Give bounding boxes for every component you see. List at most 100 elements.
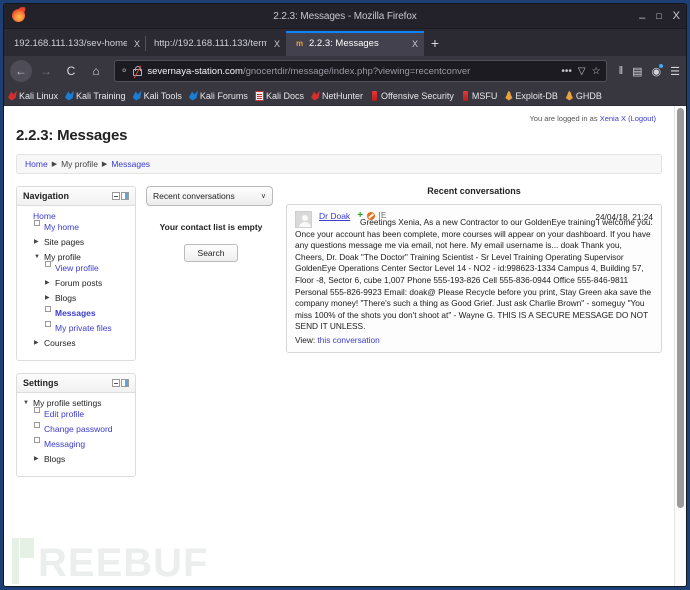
block-contact-icon[interactable] bbox=[367, 211, 376, 220]
bookmark-kali-training[interactable]: Kali Training bbox=[65, 90, 126, 101]
settings-item-edit-profile[interactable]: Edit profile bbox=[34, 409, 129, 420]
nav-item-my-private-files[interactable]: My private files bbox=[45, 323, 129, 334]
tree-leaf-icon bbox=[34, 424, 41, 435]
nav-item-label: View profile bbox=[55, 263, 99, 273]
nav-item-label: Blogs bbox=[55, 293, 77, 303]
settings-item-blogs[interactable]: Blogs bbox=[34, 454, 129, 465]
conversation-heading: Recent conversations bbox=[427, 186, 521, 196]
tree-leaf-icon bbox=[45, 323, 52, 334]
message-sender-link[interactable]: Dr Doak bbox=[319, 211, 350, 221]
forward-arrow-icon[interactable]: → bbox=[35, 60, 57, 82]
nav-item-forum-posts[interactable]: Forum posts bbox=[45, 278, 129, 289]
chevron-down-icon[interactable] bbox=[23, 398, 30, 409]
nav-item-home[interactable]: Home My home ▶ Site pages ▼ My profile V… bbox=[23, 211, 129, 349]
settings-block: Settings ▼ My profile settings Edit prof… bbox=[16, 373, 136, 477]
bookmark-kali-docs[interactable]: Kali Docs bbox=[254, 90, 304, 101]
breadcrumb-item-home[interactable]: Home bbox=[25, 159, 48, 169]
watermark-f-logo-icon bbox=[12, 538, 34, 584]
broken-lock-icon[interactable] bbox=[133, 64, 143, 79]
nav-item-site-pages[interactable]: Site pages bbox=[34, 237, 129, 248]
message-history-icon[interactable]: E bbox=[379, 211, 386, 220]
breadcrumb-item-messages[interactable]: Messages bbox=[111, 159, 150, 169]
page-scrollbar[interactable] bbox=[674, 106, 686, 586]
chevron-right-icon[interactable] bbox=[45, 293, 52, 304]
tab-strip: 192.168.111.133/sev-home/ X http://192.1… bbox=[4, 29, 686, 56]
maximize-button[interactable]: □ bbox=[656, 11, 661, 21]
back-arrow-icon[interactable]: ← bbox=[10, 60, 32, 82]
logout-link[interactable]: (Logout) bbox=[628, 114, 656, 123]
nav-item-courses[interactable]: Courses bbox=[34, 338, 129, 349]
tab-close-icon[interactable]: X bbox=[274, 39, 280, 49]
bookmark-label: GHDB bbox=[575, 90, 602, 101]
conversation-panel: Recent conversations Dr Doak + E 24/04/1… bbox=[286, 186, 662, 353]
settings-item-messaging[interactable]: Messaging bbox=[34, 439, 129, 450]
url-bar[interactable]: ⚬ severnaya-station.com/gnocertdir/messa… bbox=[114, 60, 607, 82]
settings-tree: My profile settings Edit profile bbox=[23, 398, 129, 465]
chevron-right-icon[interactable] bbox=[34, 454, 41, 465]
nav-item-label: Forum posts bbox=[55, 278, 103, 288]
menu-hamburger-icon[interactable]: ☰ bbox=[670, 65, 680, 78]
browser-tab-3[interactable]: m 2.2.3: Messages X bbox=[286, 31, 424, 56]
dock-block-icon[interactable] bbox=[121, 192, 129, 200]
browser-tab-2[interactable]: http://192.168.111.133/termi X bbox=[145, 31, 286, 56]
settings-item-change-password[interactable]: Change password bbox=[34, 424, 129, 435]
dock-block-icon[interactable] bbox=[121, 379, 129, 387]
bookmark-label: Offensive Security bbox=[380, 90, 454, 101]
tracking-protection-icon[interactable]: ▽ bbox=[578, 66, 586, 77]
bookmark-nethunter[interactable]: NetHunter bbox=[310, 90, 363, 101]
bookmark-kali-linux[interactable]: Kali Linux bbox=[8, 90, 58, 101]
nav-item-messages[interactable]: Messages bbox=[45, 308, 129, 319]
bookmark-star-icon[interactable]: ☆ bbox=[592, 66, 601, 77]
conversation-filter-select[interactable]: Recent conversations ∨ bbox=[146, 186, 273, 206]
bookmark-ghdb[interactable]: GHDB bbox=[565, 90, 602, 101]
navigation-toolbar: ← → C ⌂ ⚬ severnaya-station.com/gnocertd… bbox=[4, 56, 686, 86]
settings-item-label: Edit profile bbox=[44, 409, 85, 419]
url-path: /gnocertdir/message/index.php?viewing=re… bbox=[242, 65, 471, 77]
nav-item-my-home[interactable]: My home bbox=[34, 222, 129, 233]
avatar[interactable] bbox=[295, 211, 312, 228]
logged-in-username-link[interactable]: Xenia X bbox=[600, 114, 626, 123]
nav-item-blogs[interactable]: Blogs bbox=[45, 293, 129, 304]
settings-block-title: Settings bbox=[23, 378, 59, 388]
search-button[interactable]: Search bbox=[183, 244, 239, 262]
bookmark-kali-forums[interactable]: Kali Forums bbox=[188, 90, 248, 101]
conversation-filter-value: Recent conversations bbox=[153, 191, 235, 201]
settings-block-header: Settings bbox=[17, 374, 135, 393]
add-contact-icon[interactable]: + bbox=[357, 211, 363, 221]
firefox-window: 2.2.3: Messages - Mozilla Firefox – □ X … bbox=[3, 3, 687, 587]
message-body-text: Greetings Xenia, As a new Contractor to … bbox=[295, 217, 653, 332]
bookmark-exploit-db[interactable]: Exploit-DB bbox=[504, 90, 558, 101]
tab-close-icon[interactable]: X bbox=[412, 39, 418, 49]
tab-close-icon[interactable]: X bbox=[134, 39, 140, 49]
view-conversation-link[interactable]: this conversation bbox=[317, 335, 379, 345]
bookmark-label: Kali Tools bbox=[143, 90, 182, 101]
tree-leaf-icon bbox=[45, 308, 52, 319]
chevron-right-icon[interactable] bbox=[34, 237, 41, 248]
reload-icon[interactable]: C bbox=[60, 60, 82, 82]
left-column: Navigation Home My home ▶ Site pages ▼ M… bbox=[16, 186, 136, 489]
chevron-right-icon[interactable] bbox=[45, 278, 52, 289]
home-icon[interactable]: ⌂ bbox=[85, 60, 107, 82]
collapse-block-icon[interactable] bbox=[112, 379, 120, 387]
browser-tab-1[interactable]: 192.168.111.133/sev-home/ X bbox=[6, 31, 146, 56]
page-actions-icon[interactable]: ••• bbox=[561, 66, 572, 77]
close-button[interactable]: X bbox=[673, 10, 680, 22]
minimize-button[interactable]: – bbox=[639, 12, 645, 24]
bookmark-label: Kali Training bbox=[76, 90, 126, 101]
collapse-block-icon[interactable] bbox=[112, 192, 120, 200]
bookmark-offensive-security[interactable]: Offensive Security bbox=[370, 90, 454, 101]
account-icon[interactable]: ◉ bbox=[652, 63, 664, 78]
library-icon[interactable]: ‖ bbox=[619, 65, 624, 77]
nav-item-view-profile[interactable]: View profile bbox=[45, 263, 129, 274]
settings-item-my-profile-settings[interactable]: My profile settings Edit profile bbox=[23, 398, 129, 465]
nav-item-my-profile[interactable]: My profile View profile bbox=[34, 252, 129, 334]
window-title-bar: 2.2.3: Messages - Mozilla Firefox – □ X bbox=[4, 4, 686, 29]
bookmark-msfu[interactable]: MSFU bbox=[461, 90, 497, 101]
scrollbar-thumb[interactable] bbox=[677, 108, 684, 508]
new-tab-button[interactable]: + bbox=[424, 32, 446, 54]
sidebar-icon[interactable]: ▤ bbox=[632, 65, 642, 78]
chevron-down-icon[interactable] bbox=[34, 252, 41, 263]
chevron-down-icon: ∨ bbox=[260, 193, 266, 200]
bookmark-kali-tools[interactable]: Kali Tools bbox=[132, 90, 182, 101]
chevron-right-icon[interactable] bbox=[34, 338, 41, 349]
